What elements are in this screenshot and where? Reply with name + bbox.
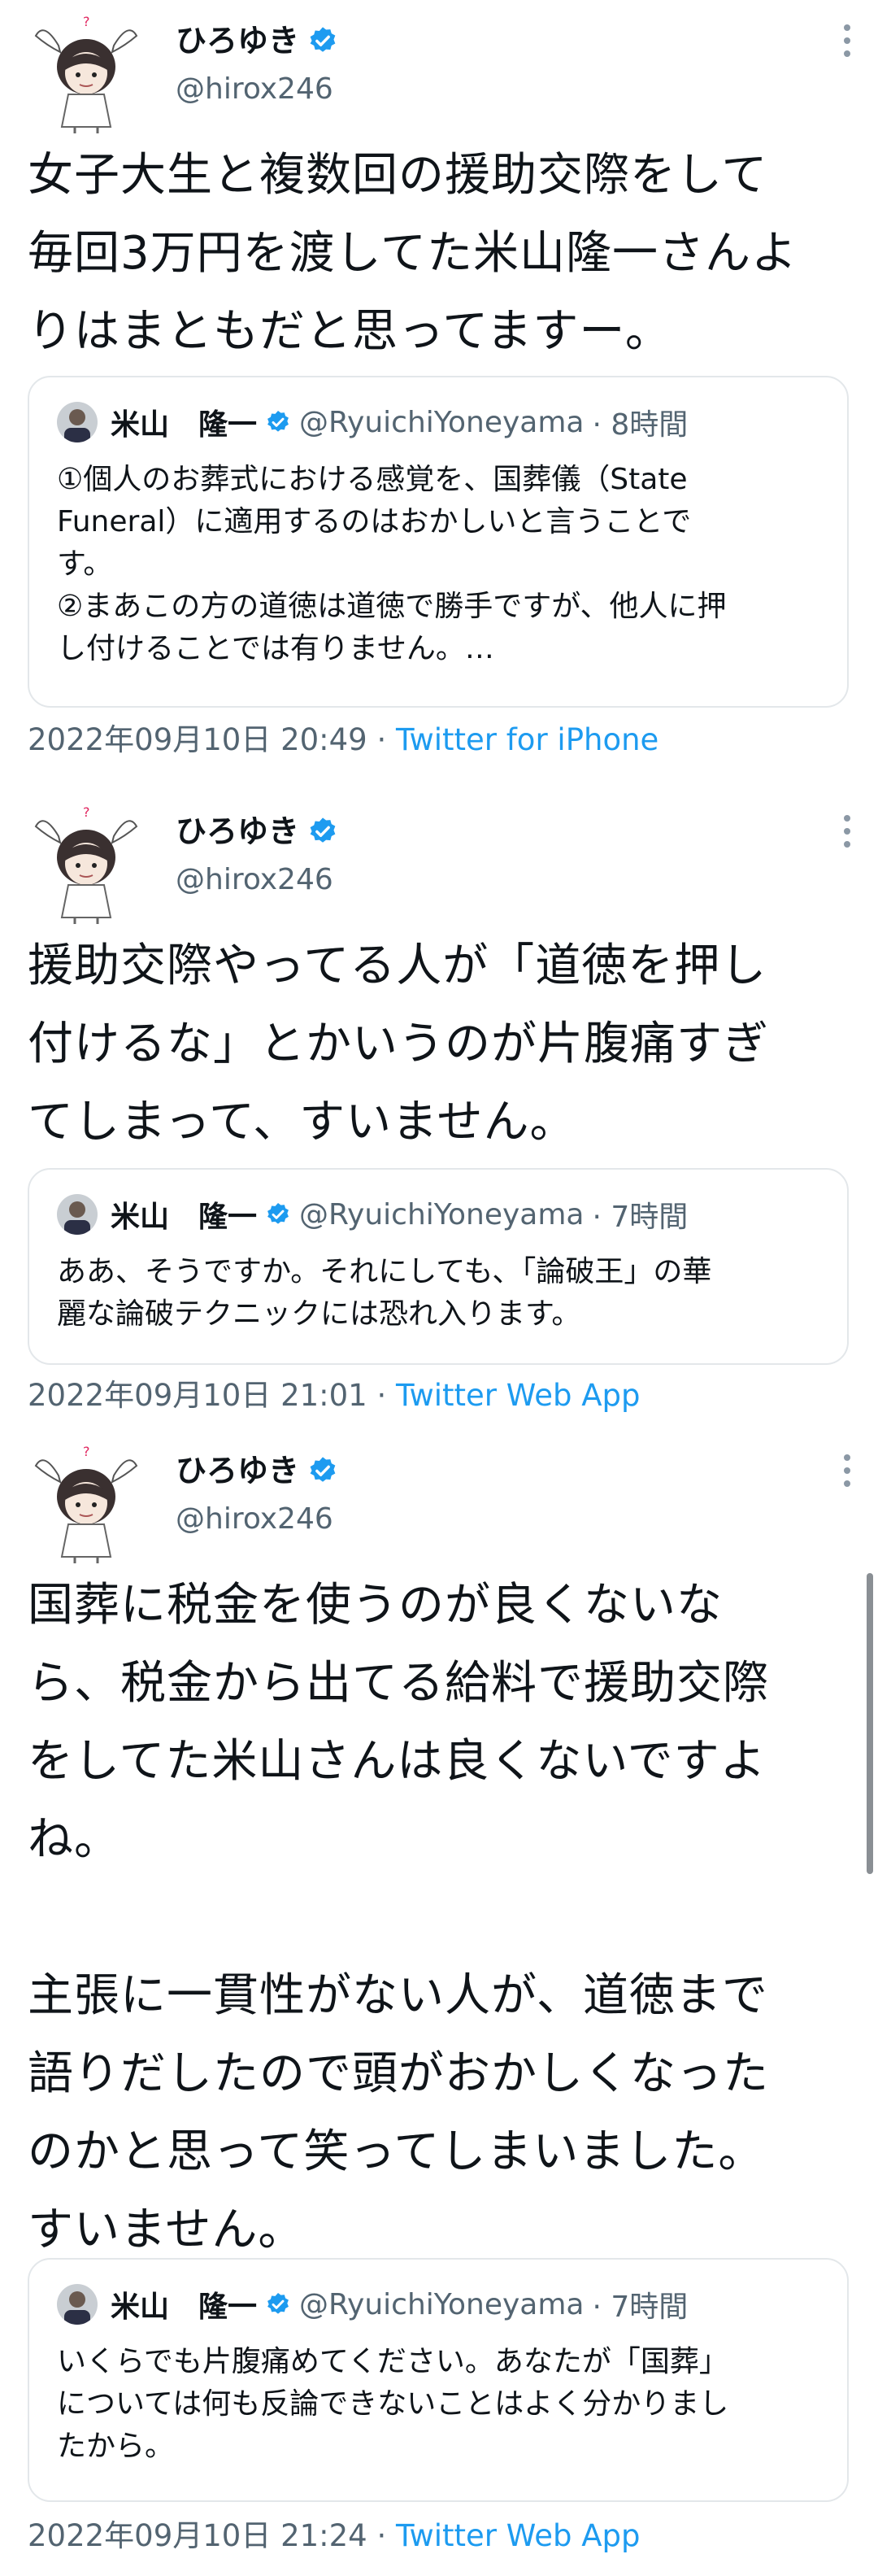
- tweet-timestamp[interactable]: 2022年09月10日 21:24 ·: [28, 2518, 386, 2553]
- quoted-tweet-text: ああ、そうですか。それにしても、「論破王」の華 麗な論破テクニックには恐れ入りま…: [57, 1255, 712, 1331]
- verified-badge-icon: [267, 1203, 289, 1224]
- author-name[interactable]: ひろゆき: [176, 812, 338, 851]
- quoted-tweet-header: 米山 隆一 @RyuichiYoneyama · 7時間: [57, 2284, 688, 2325]
- author-handle[interactable]: @hirox246: [176, 72, 333, 107]
- quoted-author-handle: @RyuichiYoneyama: [299, 1197, 585, 1231]
- quoted-tweet-text: ①個人のお葬式における感覚を、国葬儀（State Funeral）に適用するのは…: [57, 463, 727, 665]
- tweet-source-app[interactable]: Twitter for iPhone: [396, 722, 658, 757]
- quoted-tweet-time: · 7時間: [592, 2291, 689, 2324]
- svg-text:?: ?: [83, 1444, 90, 1459]
- quoted-author-handle: @RyuichiYoneyama: [299, 2287, 585, 2321]
- quoted-author-avatar: [57, 402, 98, 442]
- tweet-timestamp[interactable]: 2022年09月10日 20:49 ·: [28, 722, 386, 757]
- scrollbar[interactable]: [867, 1573, 873, 1874]
- svg-text:?: ?: [83, 14, 90, 29]
- tweet-timestamp[interactable]: 2022年09月10日 21:01 ·: [28, 1378, 386, 1413]
- tweet-meta: 2022年09月10日 21:24 · Twitter Web App: [28, 2517, 641, 2556]
- author-name[interactable]: ひろゆき: [176, 21, 338, 60]
- quoted-tweet[interactable]: 米山 隆一 @RyuichiYoneyama · 7時間 ああ、そうですか。それ…: [28, 1168, 849, 1365]
- author-avatar[interactable]: ?: [29, 1443, 143, 1565]
- verified-badge-icon: [267, 411, 289, 432]
- quoted-author-name: 米山 隆一: [111, 2291, 258, 2324]
- author-handle[interactable]: @hirox246: [176, 1502, 333, 1537]
- quoted-tweet-text: いくらでも片腹痛めてください。あなたが「国葬」 については何も反論できないことは…: [57, 2345, 729, 2463]
- quoted-tweet[interactable]: 米山 隆一 @RyuichiYoneyama · 8時間 ①個人のお葬式における…: [28, 376, 849, 708]
- verified-badge-icon: [267, 2293, 289, 2314]
- quoted-tweet-time: · 7時間: [592, 1201, 689, 1234]
- quoted-author-name: 米山 隆一: [111, 408, 258, 442]
- quoted-author-avatar: [57, 2284, 98, 2325]
- author-handle[interactable]: @hirox246: [176, 862, 333, 898]
- author-name-text: ひろゆき: [176, 23, 300, 59]
- tweet-text: 女子大生と複数回の援助交際をして 毎回3万円を渡してた米山隆一さんよ りはまとも…: [28, 149, 798, 358]
- author-name-text: ひろゆき: [176, 813, 300, 849]
- svg-text:?: ?: [83, 804, 90, 820]
- tweet-text: 国葬に税金を使うのが良くないな ら、税金から出てる給料で援助交際 をしてた米山さ…: [28, 1579, 769, 2256]
- author-name-text: ひろゆき: [176, 1453, 300, 1489]
- quoted-tweet-time: · 8時間: [592, 408, 689, 442]
- tweet-source-app[interactable]: Twitter Web App: [396, 2518, 640, 2553]
- tweet-source-app[interactable]: Twitter Web App: [396, 1378, 640, 1413]
- verified-badge-icon: [310, 817, 336, 843]
- author-avatar[interactable]: ?: [29, 13, 143, 135]
- quoted-tweet[interactable]: 米山 隆一 @RyuichiYoneyama · 7時間 いくらでも片腹痛めてく…: [28, 2258, 849, 2502]
- quoted-author-avatar: [57, 1194, 98, 1235]
- author-name[interactable]: ひろゆき: [176, 1451, 338, 1490]
- author-avatar[interactable]: ?: [29, 804, 143, 926]
- more-vertical-icon[interactable]: [841, 24, 854, 60]
- quoted-author-name: 米山 隆一: [111, 1201, 258, 1234]
- tweet-meta: 2022年09月10日 21:01 · Twitter Web App: [28, 1376, 641, 1415]
- tweet-meta: 2022年09月10日 20:49 · Twitter for iPhone: [28, 721, 658, 760]
- verified-badge-icon: [310, 1457, 336, 1482]
- more-vertical-icon[interactable]: [841, 1454, 854, 1490]
- more-vertical-icon[interactable]: [841, 815, 854, 851]
- verified-badge-icon: [310, 27, 336, 52]
- quoted-tweet-header: 米山 隆一 @RyuichiYoneyama · 7時間: [57, 1194, 688, 1235]
- quoted-author-handle: @RyuichiYoneyama: [299, 405, 585, 439]
- tweet-text: 援助交際やってる人が「道徳を押し 付けるな」とかいうのが片腹痛すぎ てしまって、…: [28, 939, 769, 1149]
- quoted-tweet-header: 米山 隆一 @RyuichiYoneyama · 8時間: [57, 402, 688, 442]
